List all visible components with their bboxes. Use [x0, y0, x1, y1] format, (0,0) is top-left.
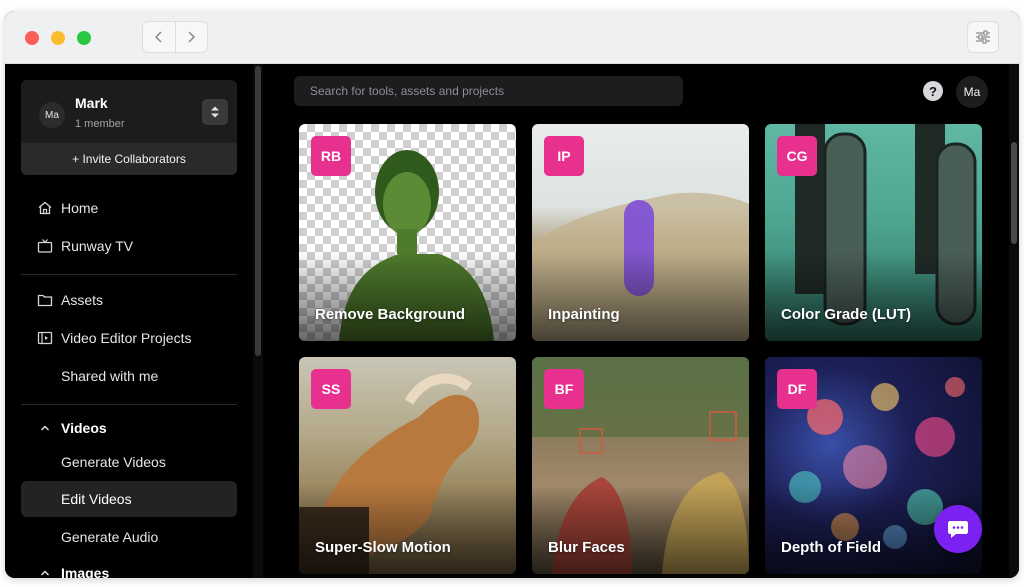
sidebar: Ma Mark 1 member + Invite Collaborators … [5, 64, 263, 578]
tool-title: Color Grade (LUT) [781, 306, 911, 323]
workspace-card: Ma Mark 1 member + Invite Collaborators [21, 80, 237, 175]
forward-button[interactable] [174, 22, 208, 52]
tool-card-color-grade[interactable]: CG Color Grade (LUT) [765, 124, 982, 341]
main-scrollbar-thumb[interactable] [1011, 142, 1017, 244]
chevron-up-icon [41, 570, 49, 576]
tool-badge: RB [311, 136, 351, 176]
nav-edit-videos-label: Edit Videos [61, 491, 132, 507]
chevron-right-icon [188, 31, 196, 43]
nav-shared-with-me[interactable]: Shared with me [21, 358, 237, 394]
nav-generate-audio[interactable]: Generate Audio [21, 519, 237, 555]
tool-title: Depth of Field [781, 539, 881, 556]
nav-assets-label: Assets [61, 292, 104, 308]
chevron-left-icon [154, 31, 162, 43]
tool-title: Blur Faces [548, 539, 625, 556]
nav-runway-tv[interactable]: Runway TV [21, 228, 237, 264]
settings-button[interactable] [967, 21, 999, 53]
tool-title: Inpainting [548, 306, 620, 323]
chevron-up-icon [41, 425, 49, 431]
card-shade [532, 251, 749, 341]
nav-section-images[interactable]: Images [21, 555, 237, 578]
invite-collaborators-button[interactable]: + Invite Collaborators [21, 143, 237, 175]
tool-title: Remove Background [315, 306, 466, 323]
workspace-switch-button[interactable] [202, 99, 228, 125]
workspace-avatar: Ma [39, 102, 65, 128]
chat-button[interactable] [934, 505, 982, 553]
nav-divider [21, 404, 237, 405]
maximize-window-button[interactable] [77, 31, 91, 45]
tool-badge: DF [777, 369, 817, 409]
search-input[interactable]: Search for tools, assets and projects [294, 76, 683, 106]
sliders-icon [976, 30, 990, 44]
history-nav [142, 21, 208, 53]
close-window-button[interactable] [25, 31, 39, 45]
card-shade [532, 484, 749, 574]
nav-section-images-label: Images [61, 565, 110, 578]
tool-title: Super-Slow Motion [315, 539, 451, 556]
nav-runway-tv-label: Runway TV [61, 238, 134, 254]
nav-home-label: Home [61, 200, 99, 216]
tool-card-remove-background[interactable]: RB Remove Background [299, 124, 516, 341]
chat-icon [948, 521, 968, 538]
nav-video-editor-projects-label: Video Editor Projects [61, 330, 192, 346]
up-down-arrows-icon [211, 106, 219, 118]
tool-badge: SS [311, 369, 351, 409]
card-shade [299, 484, 516, 574]
tool-badge: IP [544, 136, 584, 176]
main-content: Search for tools, assets and projects ? … [263, 64, 1019, 578]
nav-generate-videos[interactable]: Generate Videos [21, 444, 237, 480]
nav-home[interactable]: Home [21, 190, 237, 226]
nav-shared-with-me-label: Shared with me [61, 368, 159, 384]
home-icon [38, 201, 52, 215]
sidebar-scrollbar-thumb[interactable] [255, 66, 261, 356]
user-avatar[interactable]: Ma [956, 76, 988, 108]
tv-icon [37, 239, 53, 253]
nav-divider [21, 274, 237, 275]
tool-card-blur-faces[interactable]: BF Blur Faces [532, 357, 749, 574]
card-shade [765, 251, 982, 341]
tool-card-inpainting[interactable]: IP Inpainting [532, 124, 749, 341]
tool-badge: BF [544, 369, 584, 409]
folder-icon [37, 294, 53, 307]
nav-edit-videos[interactable]: Edit Videos [21, 481, 237, 517]
minimize-window-button[interactable] [51, 31, 65, 45]
nav-video-editor-projects[interactable]: Video Editor Projects [21, 320, 237, 356]
tool-card-super-slow-motion[interactable]: SS Super-Slow Motion [299, 357, 516, 574]
tool-badge: CG [777, 136, 817, 176]
sidebar-scrollbar[interactable] [253, 64, 263, 578]
nav-section-videos[interactable]: Videos [21, 410, 237, 446]
main-scrollbar[interactable] [1009, 64, 1019, 578]
app-window: Ma Mark 1 member + Invite Collaborators … [5, 11, 1019, 578]
card-shade [299, 251, 516, 341]
back-button[interactable] [143, 22, 175, 52]
nav-generate-audio-label: Generate Audio [61, 529, 159, 545]
help-button[interactable]: ? [923, 81, 943, 101]
workspace-name: Mark [75, 95, 108, 111]
video-editor-icon [37, 331, 53, 345]
nav-section-videos-label: Videos [61, 420, 107, 436]
nav-generate-videos-label: Generate Videos [61, 454, 166, 470]
workspace-members: 1 member [75, 118, 125, 130]
title-bar [5, 11, 1019, 64]
nav-assets[interactable]: Assets [21, 282, 237, 318]
